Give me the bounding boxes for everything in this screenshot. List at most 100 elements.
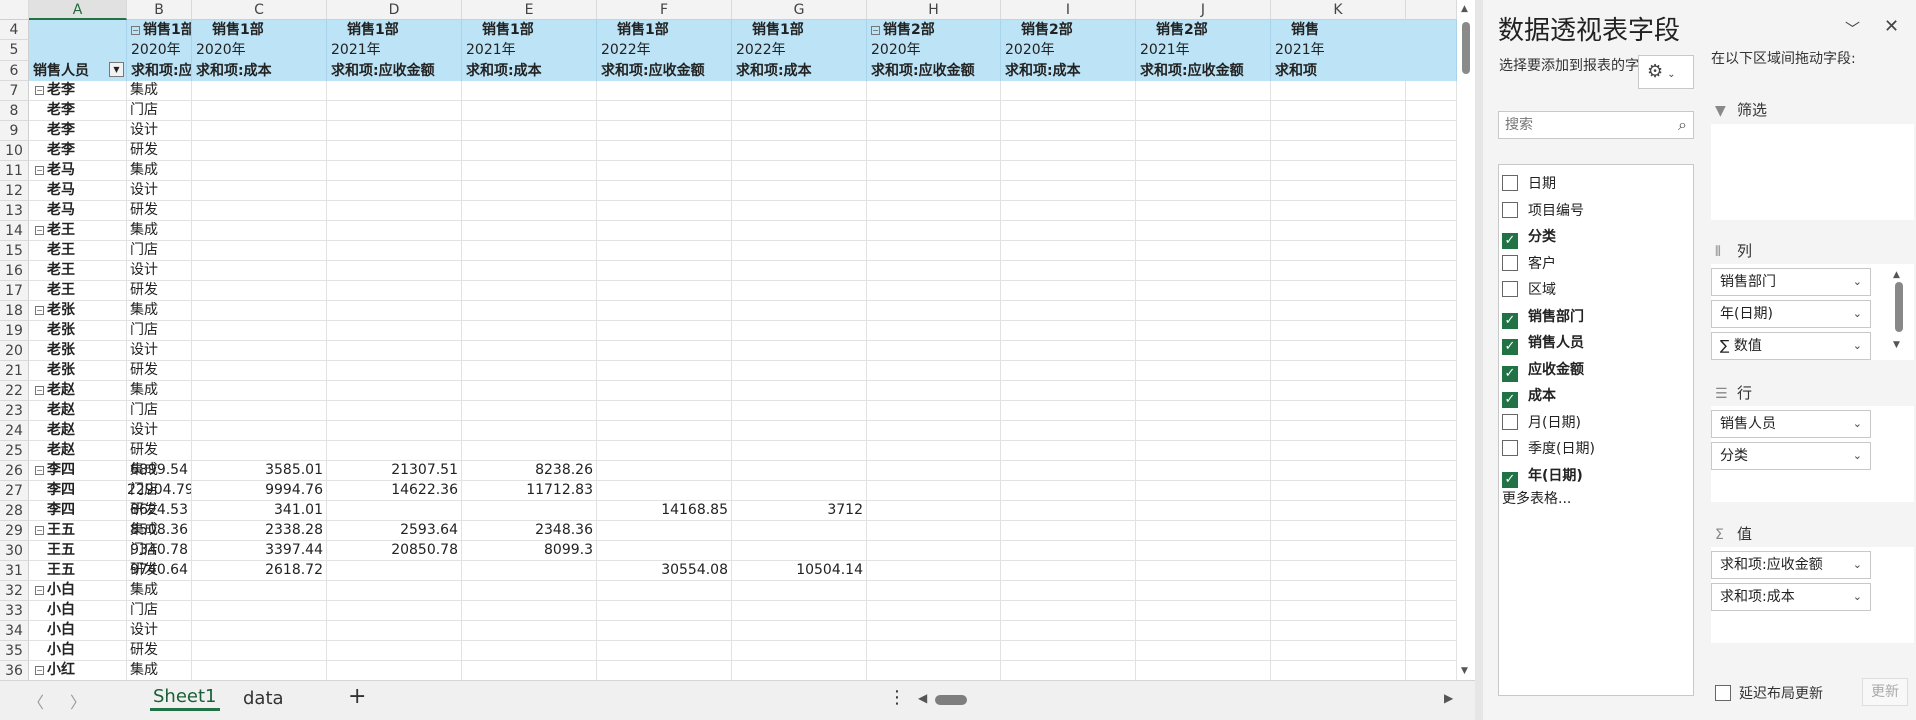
value-cell[interactable]: 20850.78 [327,541,462,561]
value-cell[interactable] [1271,521,1406,541]
value-cell[interactable] [192,381,327,401]
value-cell[interactable] [597,521,732,541]
value-cell[interactable] [462,361,597,381]
value-cell[interactable] [597,261,732,281]
value-cell[interactable] [1001,121,1136,141]
pivot-column-header[interactable]: 销售1部 2022年 求和项:成本 [732,20,867,81]
column-header[interactable]: H [867,0,1001,20]
row-header[interactable]: 24 [0,421,29,441]
row-header[interactable]: 10 [0,141,29,161]
column-header[interactable]: G [732,0,867,20]
collapse-toggle-icon[interactable]: − [131,26,140,35]
pivot-column-header[interactable]: 销售2部 2020年 求和项:成本 [1001,20,1136,81]
value-cell[interactable] [1001,361,1136,381]
vertical-scrollbar[interactable]: ▲ ▼ [1457,0,1475,680]
value-cell[interactable] [1271,401,1406,421]
value-cell[interactable] [597,441,732,461]
value-cell[interactable] [192,181,327,201]
pivot-column-header[interactable]: 销售1部 2022年 求和项:应收金额 [597,20,732,81]
row-field[interactable]: 分类 ⌄ [1711,442,1871,470]
value-cell[interactable]: 2338.28 [192,521,327,541]
value-cell[interactable] [1406,121,1457,141]
collapse-toggle-icon[interactable]: − [35,666,44,675]
value-cell[interactable] [192,601,327,621]
value-cell[interactable] [1406,621,1457,641]
value-cell[interactable] [1406,321,1457,341]
value-cell[interactable] [1406,361,1457,381]
value-cell[interactable] [732,401,867,421]
scroll-down-icon[interactable]: ▼ [1461,666,1468,676]
value-cell[interactable] [597,221,732,241]
collapse-toggle-icon[interactable]: − [35,526,44,535]
value-cell[interactable] [1406,241,1457,261]
pivot-column-header[interactable]: − 销售2部 2020年 求和项:应收金额 [867,20,1001,81]
value-cell[interactable] [867,301,1001,321]
value-cell[interactable] [1271,161,1406,181]
spreadsheet-grid[interactable]: ABCDEFGHIJK456销售人员▼分类▼−销售1部2020年求和项:应收金额… [0,0,1457,680]
field-item[interactable]: ✓ 销售部门 [1502,306,1584,329]
value-cell[interactable]: 14622.36 [327,481,462,501]
value-cell[interactable] [1136,81,1271,101]
value-cell[interactable] [1136,601,1271,621]
value-cell[interactable] [732,281,867,301]
value-cell[interactable] [1271,421,1406,441]
salesperson-cell[interactable]: 老赵 [29,421,127,441]
salesperson-cell[interactable]: − 老王 [29,221,127,241]
value-cell[interactable] [192,321,327,341]
value-cell[interactable] [867,661,1001,680]
value-cell[interactable]: 21307.51 [327,461,462,481]
value-cell[interactable] [462,121,597,141]
value-cell[interactable] [192,401,327,421]
value-cell[interactable] [127,121,192,141]
row-header[interactable]: 16 [0,261,29,281]
value-cell[interactable] [732,421,867,441]
value-cell[interactable] [597,421,732,441]
value-cell[interactable] [1136,421,1271,441]
value-cell[interactable]: 8238.26 [462,461,597,481]
scroll-right-icon[interactable]: ▶ [1444,691,1453,705]
field-checkbox[interactable] [1502,413,1518,430]
value-cell[interactable] [732,441,867,461]
value-cell[interactable] [1001,581,1136,601]
salesperson-cell[interactable]: 老李 [29,121,127,141]
update-button[interactable]: 更新 [1862,678,1908,706]
value-field[interactable]: 求和项:应收金额 ⌄ [1711,551,1871,579]
field-item[interactable]: ✓ 应收金额 [1502,359,1584,382]
value-cell[interactable] [1406,661,1457,680]
value-cell[interactable] [732,661,867,680]
value-cell[interactable] [327,101,462,121]
value-cell[interactable] [462,581,597,601]
value-cell[interactable] [327,141,462,161]
salesperson-cell[interactable]: − 老赵 [29,381,127,401]
tab-data[interactable]: data [243,688,284,709]
value-cell[interactable] [1136,401,1271,421]
salesperson-cell[interactable]: 老王 [29,261,127,281]
value-cell[interactable] [327,121,462,141]
value-cell[interactable] [127,381,192,401]
salesperson-cell[interactable]: 老张 [29,341,127,361]
row-header[interactable]: 34 [0,621,29,641]
value-cell[interactable] [462,261,597,281]
field-checkbox[interactable]: ✓ [1502,233,1518,249]
row-header[interactable]: 6 [0,61,29,81]
salesperson-cell[interactable]: 老李 [29,101,127,121]
value-cell[interactable] [1136,281,1271,301]
row-header[interactable]: 8 [0,101,29,121]
value-cell[interactable]: 3712 [732,501,867,521]
value-cell[interactable] [192,201,327,221]
salesperson-cell[interactable]: 李四 [29,501,127,521]
value-cell[interactable] [597,381,732,401]
field-item[interactable]: 月(日期) [1502,412,1581,434]
collapse-toggle-icon[interactable]: − [35,226,44,235]
value-cell[interactable] [867,181,1001,201]
value-cell[interactable] [327,501,462,521]
value-cell[interactable] [1271,121,1406,141]
value-cell[interactable] [732,581,867,601]
value-cell[interactable] [327,181,462,201]
value-cell[interactable] [597,181,732,201]
value-cell[interactable] [867,421,1001,441]
value-cell[interactable] [327,341,462,361]
pivot-column-header[interactable]: 销售2部 2021年 求和项:应收金额 [1136,20,1271,81]
salesperson-cell[interactable]: − 老马 [29,161,127,181]
value-cell[interactable] [127,181,192,201]
